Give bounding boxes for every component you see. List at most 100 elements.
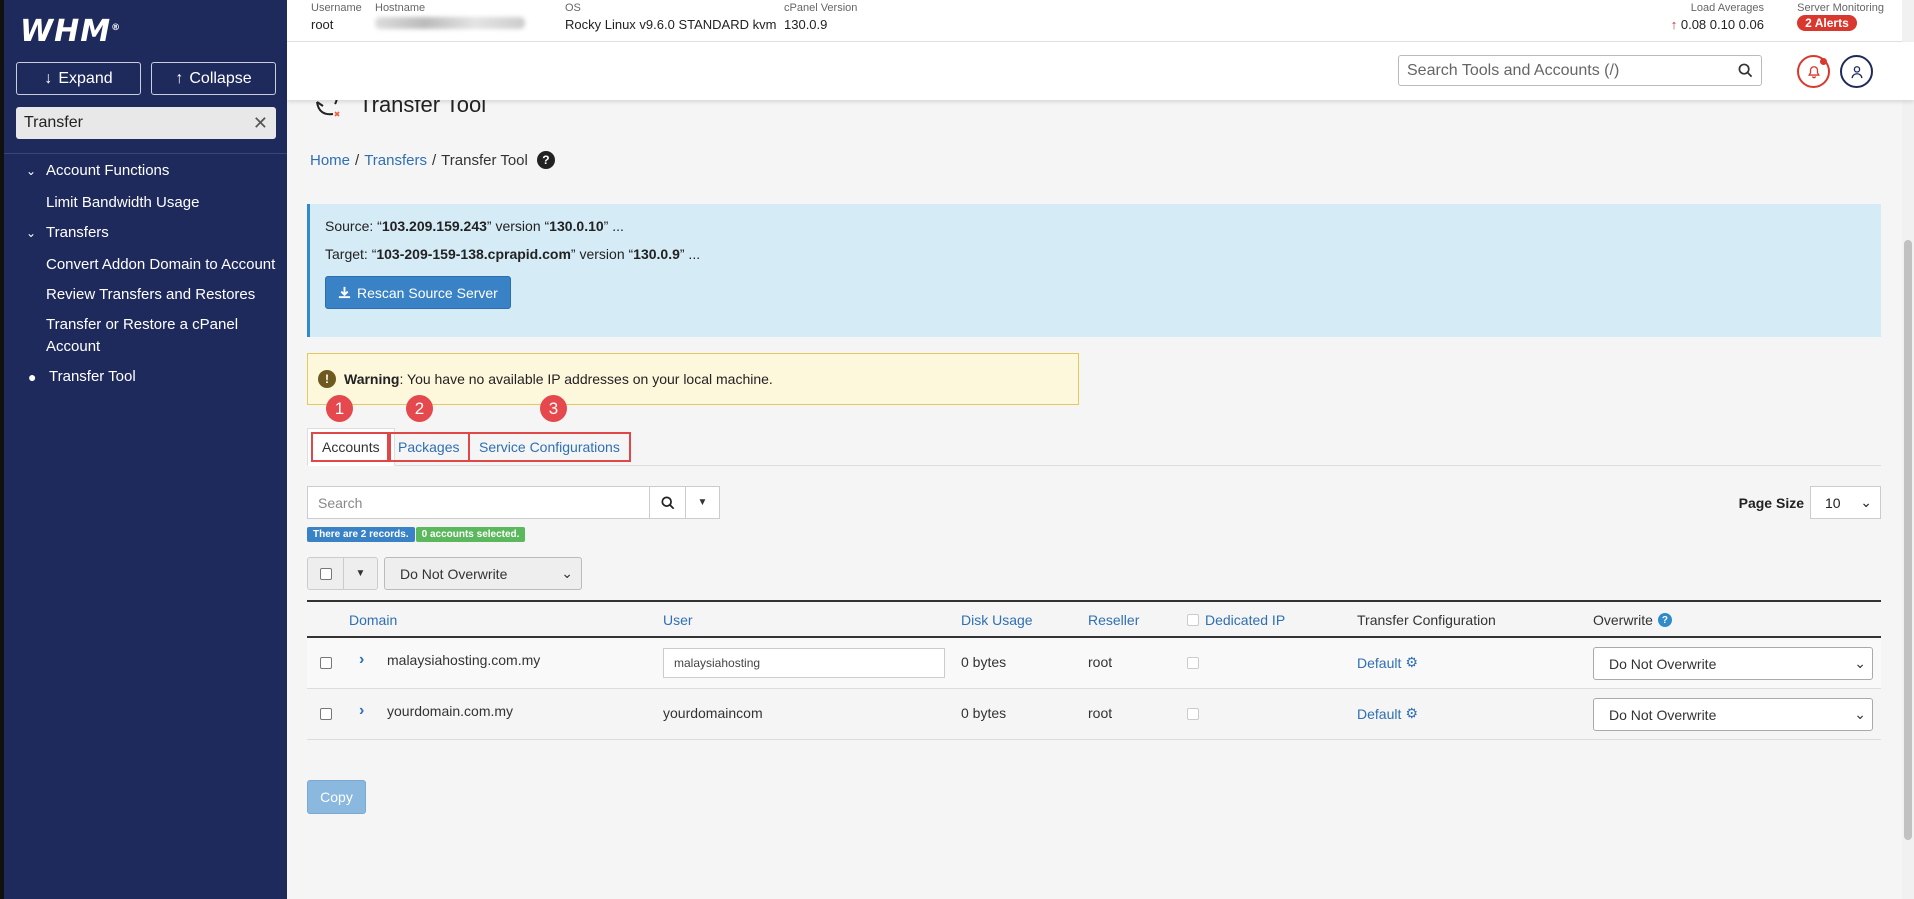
arrow-up-icon: ↑ [175, 69, 184, 87]
chevron-down-icon: ⌄ [1854, 706, 1866, 722]
clear-icon[interactable]: ✕ [253, 113, 268, 134]
hostname-info: Hostname [375, 2, 525, 32]
sidebar: WHM® ↓ Expand ↑ Collapse Transfer ✕ ⌄ Ac… [0, 0, 287, 899]
server-monitoring[interactable]: Server Monitoring 2 Alerts [1797, 2, 1884, 31]
dedicated-ip-all-checkbox[interactable] [1187, 614, 1199, 626]
column-transfer-configuration: Transfer Configuration [1357, 612, 1496, 628]
row-checkbox[interactable] [320, 707, 332, 723]
chevron-right-icon[interactable]: › [359, 651, 364, 669]
breadcrumb-current: Transfer Tool [441, 151, 528, 169]
user-icon [1851, 65, 1862, 78]
table-row: › yourdomain.com.my yourdomaincom 0 byte… [307, 689, 1881, 740]
select-all-checkbox[interactable] [308, 558, 344, 589]
gears-icon: ⚙ [1405, 654, 1418, 670]
page-size-select[interactable]: 10 ⌄ [1810, 486, 1881, 519]
row-checkbox[interactable] [320, 656, 332, 672]
sidebar-item-transfer-tool[interactable]: ● Transfer Tool [4, 366, 287, 388]
search-options-dropdown[interactable]: ▼ [685, 487, 719, 518]
breadcrumb-home[interactable]: Home [310, 152, 350, 169]
records-count-badge: There are 2 records. [307, 527, 415, 542]
step-marker-1: 1 [326, 395, 353, 422]
column-user[interactable]: User [663, 612, 693, 628]
transfer-config-link[interactable]: Default ⚙ [1357, 705, 1418, 722]
tab-accounts[interactable]: Accounts [307, 428, 395, 466]
rescan-source-server-button[interactable]: Rescan Source Server [325, 276, 511, 309]
user-input[interactable]: malaysiahosting [663, 648, 945, 678]
accounts-table: Domain User Disk Usage Reseller Dedicate… [307, 600, 1881, 740]
column-dedicated-ip[interactable]: Dedicated IP [1187, 612, 1285, 628]
row-domain: yourdomain.com.my [387, 703, 514, 719]
overwrite-select[interactable]: Do Not Overwrite ⌄ [1593, 647, 1873, 680]
chevron-down-icon: ⌄ [1854, 655, 1866, 671]
os-info: OS Rocky Linux v9.6.0 STANDARD kvm [565, 2, 777, 32]
sidebar-item-review-transfers[interactable]: Review Transfers and Restores [4, 284, 287, 306]
breadcrumb-transfers[interactable]: Transfers [364, 152, 427, 169]
row-domain: malaysiahosting.com.my [387, 652, 541, 668]
bulk-overwrite-select[interactable]: Do Not Overwrite ⌄ [384, 557, 582, 590]
dedicated-ip-checkbox [1187, 707, 1199, 723]
row-reseller: root [1088, 705, 1113, 721]
bulk-actions: ▼ Do Not Overwrite ⌄ [307, 557, 582, 590]
cpanel-version-info: cPanel Version 130.0.9 [784, 2, 858, 32]
row-disk-usage: 0 bytes [961, 705, 1007, 721]
select-options-dropdown[interactable]: ▼ [344, 558, 377, 589]
download-icon [338, 286, 351, 299]
breadcrumb: Home / Transfers / Transfer Tool ? [310, 151, 555, 169]
chevron-down-icon: ⌄ [561, 565, 573, 581]
sidebar-group-account-functions[interactable]: ⌄ Account Functions [4, 160, 287, 182]
overwrite-select[interactable]: Do Not Overwrite ⌄ [1593, 698, 1873, 731]
step-marker-3: 3 [540, 395, 567, 422]
sidebar-group-transfers[interactable]: ⌄ Transfers [4, 222, 287, 244]
table-header: Domain User Disk Usage Reseller Dedicate… [307, 600, 1881, 638]
row-reseller: root [1088, 654, 1113, 670]
tab-service-configurations[interactable]: Service Configurations [468, 428, 631, 466]
load-averages: Load Averages ↑ 0.08 0.10 0.06 [1670, 2, 1764, 32]
notification-dot [1820, 58, 1827, 65]
arrow-up-icon: ↑ [1670, 17, 1678, 32]
row-disk-usage: 0 bytes [961, 654, 1007, 670]
collapse-button[interactable]: ↑ Collapse [151, 62, 276, 95]
column-reseller[interactable]: Reseller [1088, 612, 1139, 628]
sidebar-search-input[interactable]: Transfer ✕ [16, 107, 276, 139]
expand-button[interactable]: ↓ Expand [16, 62, 141, 95]
search-icon[interactable] [1738, 63, 1753, 78]
transfer-config-link[interactable]: Default ⚙ [1357, 654, 1418, 671]
arrow-down-icon: ↓ [44, 69, 53, 87]
page-scrollbar[interactable] [1902, 0, 1914, 899]
accounts-search-input[interactable]: Search [308, 487, 649, 518]
bullet-icon: ● [28, 369, 37, 385]
alerts-badge[interactable]: 2 Alerts [1797, 15, 1857, 31]
column-overwrite: Overwrite ? [1593, 612, 1672, 628]
chevron-right-icon[interactable]: › [359, 702, 364, 720]
sidebar-item-transfer-restore[interactable]: Transfer or Restore a cPanel Account [4, 314, 287, 358]
sidebar-item-convert-addon[interactable]: Convert Addon Domain to Account [4, 254, 287, 276]
selected-count-badge: 0 accounts selected. [415, 527, 526, 542]
whm-logo[interactable]: WHM® [20, 14, 121, 49]
search-button[interactable] [649, 487, 685, 518]
select-all-control: ▼ [307, 557, 378, 590]
search-icon [660, 495, 674, 509]
sidebar-nav: ⌄ Account Functions Limit Bandwidth Usag… [4, 160, 287, 396]
column-domain[interactable]: Domain [349, 612, 397, 628]
chevron-down-icon: ⌄ [26, 164, 37, 178]
notifications-button[interactable] [1797, 55, 1830, 88]
copy-button[interactable]: Copy [307, 780, 366, 814]
main-content: Transfer Tool Home / Transfers / Transfe… [287, 91, 1914, 899]
row-user: yourdomaincom [663, 705, 763, 721]
server-info-panel: Source: “103.209.159.243” version “130.0… [307, 204, 1881, 337]
user-menu-button[interactable] [1840, 55, 1873, 88]
tab-packages[interactable]: Packages [387, 428, 471, 466]
page-size-control: Page Size 10 ⌄ [1739, 486, 1881, 519]
exclamation-icon: ! [318, 370, 336, 388]
column-disk-usage[interactable]: Disk Usage [961, 612, 1033, 628]
dedicated-ip-checkbox [1187, 656, 1199, 672]
header: Search Tools and Accounts (/) [287, 42, 1914, 100]
sidebar-item-limit-bandwidth[interactable]: Limit Bandwidth Usage [4, 192, 287, 214]
tabs: Accounts Packages Service Configurations [307, 428, 1881, 466]
server-info-bar: Username root Hostname OS Rocky Linux v9… [287, 0, 1914, 42]
tools-search-input[interactable]: Search Tools and Accounts (/) [1398, 55, 1762, 86]
help-icon[interactable]: ? [1657, 613, 1672, 627]
table-row: › malaysiahosting.com.my malaysiahosting… [307, 638, 1881, 689]
help-icon[interactable]: ? [536, 151, 555, 169]
scrollbar-thumb[interactable] [1904, 240, 1912, 840]
